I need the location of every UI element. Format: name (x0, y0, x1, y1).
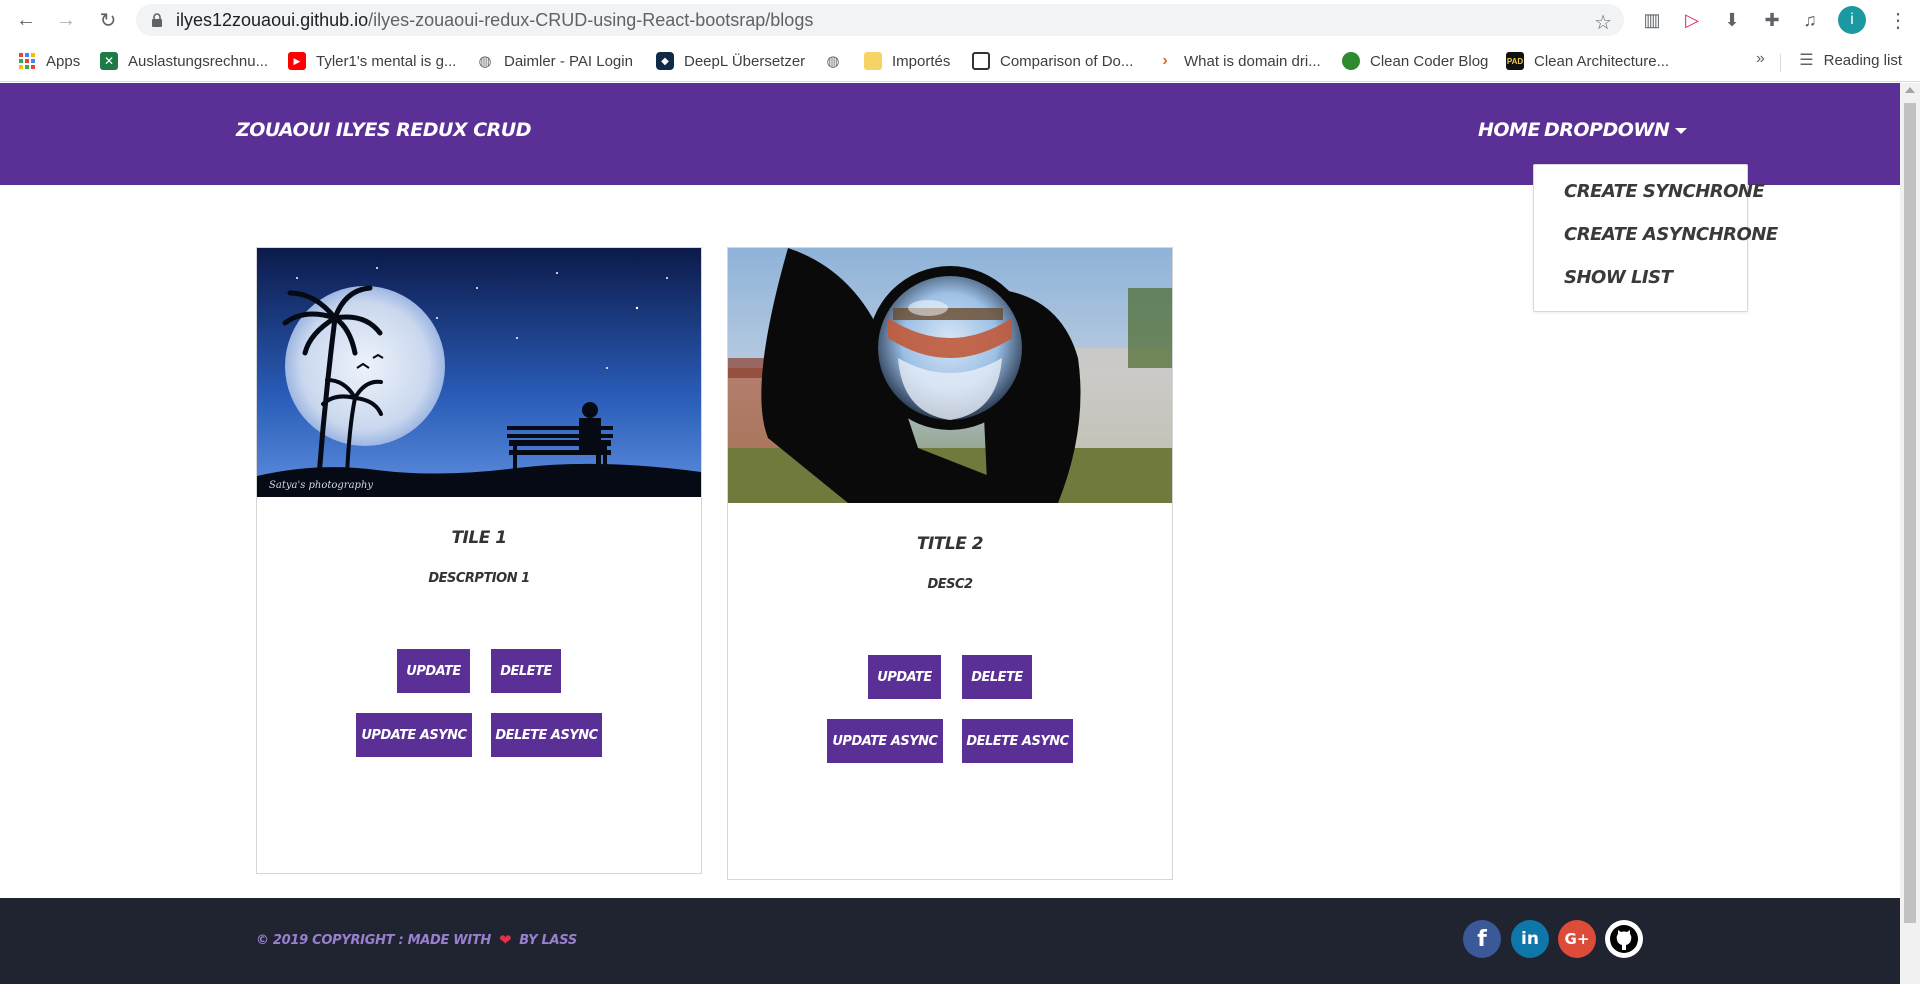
url-text: ilyes12zouaoui.github.io/ilyes-zouaoui-r… (176, 10, 813, 31)
bookmarks-bar: Apps ✕ Auslastungsrechnu... ▶ Tyler1's men… (0, 40, 1920, 82)
card-title: Tile 1 (451, 528, 507, 548)
bookmark-label: Comparison of Do... (1000, 52, 1134, 70)
bookmark-label: Clean Architecture... (1534, 52, 1670, 70)
scrollbar-thumb[interactable] (1904, 103, 1916, 923)
nav-home[interactable]: Home (1478, 119, 1540, 141)
scroll-up-arrow-icon[interactable] (1905, 87, 1915, 93)
update-async-button[interactable]: Update Async (827, 719, 943, 763)
bookmark-domain-driven[interactable]: › What is domain dri... (1156, 50, 1321, 72)
reading-list-icon: ☰ (1799, 52, 1814, 69)
facebook-icon[interactable]: f (1463, 920, 1501, 958)
bookmark-clean-architecture[interactable]: PAD Clean Architecture... (1506, 50, 1669, 72)
delete-button[interactable]: Delete (491, 649, 561, 693)
nav-dropdown-toggle[interactable]: Dropdown (1544, 119, 1688, 141)
folder-icon (864, 52, 882, 70)
card-image-night-moon: Satya's photography (257, 248, 701, 497)
blog-card: Satya's photography Tile 1 Descrption 1 … (256, 247, 702, 874)
profile-avatar[interactable]: i (1838, 6, 1866, 34)
update-button[interactable]: Update (397, 649, 470, 693)
lock-icon (150, 13, 164, 27)
bookmark-label: DeepL Übersetzer (684, 52, 806, 70)
excel-icon: ✕ (100, 52, 118, 70)
bookmark-deepl[interactable]: ◆ DeepL Übersetzer (656, 50, 805, 72)
bookmark-label: What is domain dri... (1184, 52, 1321, 70)
page-viewport: Zouaoui Ilyes Redux CRUD Home Dropdown C… (0, 83, 1900, 984)
clean-coder-icon (1342, 52, 1360, 70)
copyright-author: by Lass (519, 932, 577, 948)
reading-list-label: Reading list (1823, 51, 1902, 69)
card-description: desc2 (927, 577, 973, 592)
blog-card: Title 2 desc2 Update Delete Update Async… (727, 247, 1173, 880)
bookmarks-divider (1780, 54, 1781, 72)
address-bar[interactable]: ilyes12zouaoui.github.io/ilyes-zouaoui-r… (136, 4, 1624, 36)
linkedin-glyph: in (1521, 929, 1539, 949)
reading-list-button[interactable]: ☰ Reading list (1799, 50, 1902, 70)
linkedin-icon[interactable]: in (1511, 920, 1549, 958)
caret-down-icon (1675, 127, 1688, 134)
heart-icon: ❤ (499, 931, 512, 949)
menu-item-create-synchrone[interactable]: Create Synchrone (1564, 181, 1765, 202)
google-plus-icon[interactable]: G+ (1558, 920, 1596, 958)
deepl-icon: ◆ (656, 52, 674, 70)
update-async-button[interactable]: Update Async (356, 713, 472, 757)
bookmark-auslastung[interactable]: ✕ Auslastungsrechnu... (100, 50, 268, 72)
copyright-text: © 2019 Copyright : Made with (256, 932, 492, 948)
bookmark-label: Importés (892, 52, 951, 70)
bookmark-apps[interactable]: Apps (18, 50, 80, 72)
site-icon (972, 52, 990, 70)
card-title: Title 2 (916, 534, 984, 554)
bookmark-globe[interactable]: ◍ (824, 50, 852, 72)
apps-grid-icon (18, 52, 36, 70)
dropdown-menu: Create Synchrone Create Asynchrone Show … (1533, 164, 1778, 312)
nav-dropdown-label: Dropdown (1544, 119, 1670, 141)
delete-async-button[interactable]: Delete Async (491, 713, 602, 757)
bookmark-clean-coder[interactable]: Clean Coder Blog (1342, 50, 1488, 72)
pad-icon: PAD (1506, 52, 1524, 70)
bookmarks-overflow-icon[interactable]: » (1756, 50, 1765, 68)
update-button[interactable]: Update (868, 655, 941, 699)
google-plus-glyph: G+ (1564, 930, 1590, 948)
delete-button[interactable]: Delete (962, 655, 1032, 699)
bookmark-label: Auslastungsrechnu... (128, 52, 269, 70)
card-image-crystal-ball (728, 248, 1172, 503)
youtube-icon: ▶ (288, 52, 306, 70)
facebook-glyph: f (1477, 926, 1487, 952)
vertical-scrollbar[interactable] (1900, 83, 1920, 984)
browser-menu-icon[interactable]: ⋮ (1888, 8, 1908, 33)
photo-signature: Satya's photography (269, 480, 373, 491)
navbar-brand[interactable]: Zouaoui Ilyes Redux CRUD (236, 119, 532, 141)
forward-icon[interactable]: → (54, 8, 78, 32)
card-description: Descrption 1 (428, 571, 530, 586)
menu-item-create-asynchrone[interactable]: Create Asynchrone (1564, 224, 1778, 245)
chevron-site-icon: › (1162, 52, 1168, 69)
bookmark-label: Tyler1's mental is g... (316, 52, 457, 70)
github-icon[interactable] (1605, 920, 1643, 958)
bookmark-comparison[interactable]: Comparison of Do... (972, 50, 1133, 72)
bookmark-importes[interactable]: Importés (864, 50, 950, 72)
footer: © 2019 Copyright : Made with ❤ by Lass f… (0, 898, 1900, 984)
bookmark-star-icon[interactable]: ☆ (1594, 10, 1612, 35)
bookmark-daimler[interactable]: ◍ Daimler - PAI Login (476, 50, 633, 72)
delete-async-button[interactable]: Delete Async (962, 719, 1073, 763)
menu-item-show-list[interactable]: Show List (1564, 267, 1673, 288)
extensions-puzzle-icon[interactable]: ✚ (1760, 8, 1784, 32)
reader-mode-icon[interactable]: ▥ (1640, 8, 1664, 32)
url-path: /ilyes-zouaoui-redux-CRUD-using-React-bo… (368, 9, 814, 30)
globe-icon: ◍ (478, 53, 492, 70)
reload-icon[interactable]: ↻ (96, 8, 120, 32)
bookmark-label: Clean Coder Blog (1370, 52, 1489, 70)
url-host: ilyes12zouaoui.github.io (176, 9, 369, 30)
footer-copyright: © 2019 Copyright : Made with ❤ by Lass (256, 931, 577, 949)
bookmark-label: Daimler - PAI Login (504, 52, 633, 70)
globe-icon: ◍ (826, 53, 840, 70)
bookmark-label: Apps (46, 52, 81, 70)
download-icon[interactable]: ⬇ (1720, 8, 1744, 32)
media-queue-icon[interactable]: ♫ (1798, 8, 1822, 32)
browser-toolbar: ← → ↻ ilyes12zouaoui.github.io/ilyes-zou… (0, 0, 1920, 40)
bookmark-tyler1[interactable]: ▶ Tyler1's mental is g... (288, 50, 456, 72)
back-icon[interactable]: ← (14, 8, 38, 32)
play-extension-icon[interactable]: ▷ (1680, 8, 1704, 32)
